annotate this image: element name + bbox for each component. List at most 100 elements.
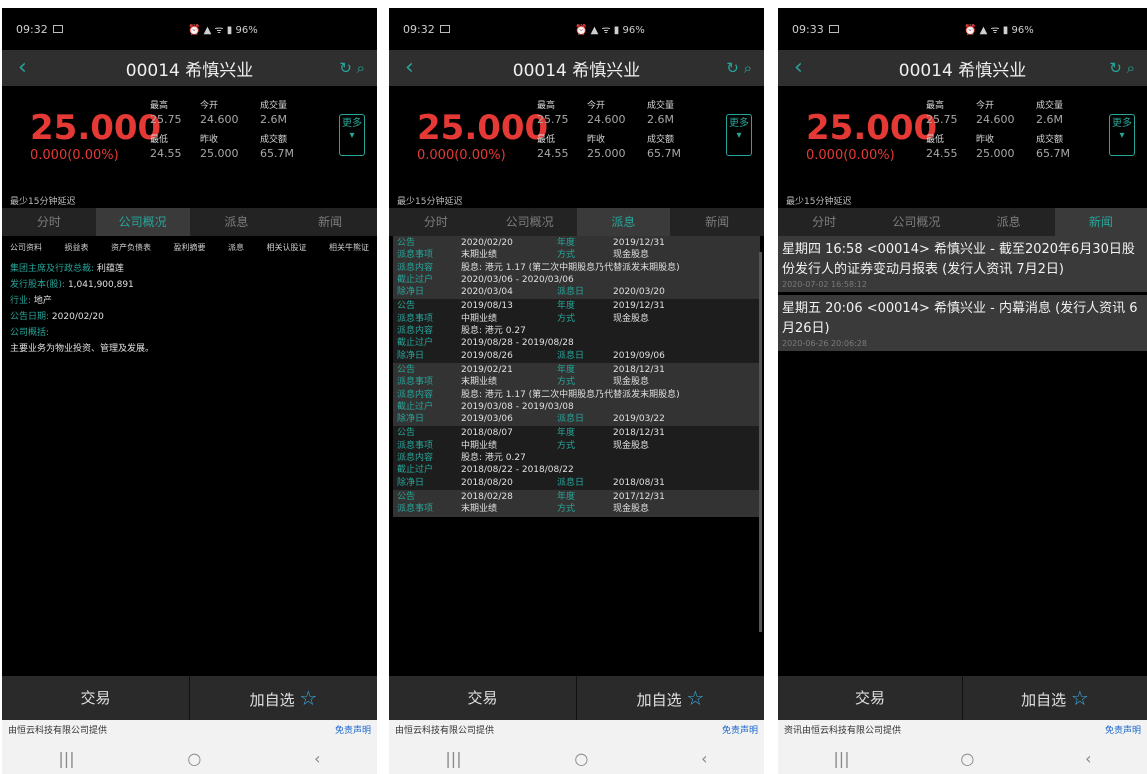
more-button[interactable]: 更多 ▾ — [1109, 114, 1135, 156]
dividend-list: 公告 2020/02/20 年度 2019/12/31 派息事项 末期业绩 方式 现金股息 派息… — [389, 236, 764, 666]
add-watchlist-button[interactable]: 加自选 ☆ — [576, 676, 764, 720]
dividend-record: 公告 2020/02/20 年度 2019/12/31 派息事项 末期业绩 方式 现金股息 派息… — [393, 236, 760, 300]
search-icon[interactable]: ⌕ — [1127, 59, 1135, 77]
subtab-dividends[interactable]: 派息 — [228, 242, 244, 253]
prev-close-label: 昨收 — [587, 135, 606, 145]
subtab-earnings[interactable]: 盈利摘要 — [174, 242, 206, 253]
disclaimer-link[interactable]: 免责声明 — [1105, 720, 1141, 742]
content-label: 派息内容 — [397, 326, 434, 337]
tab-news[interactable]: 新闻 — [670, 208, 764, 236]
tab-dividends[interactable]: 派息 — [190, 208, 284, 236]
back-arrow-icon[interactable]: ‹ — [18, 50, 27, 86]
recent-apps-icon[interactable]: ||| — [833, 749, 849, 768]
tab-dividends[interactable]: 派息 — [963, 208, 1055, 236]
tab-company-overview[interactable]: 公司概况 — [483, 208, 577, 236]
date-label: 公告 — [397, 428, 416, 439]
star-icon: ☆ — [686, 686, 705, 710]
more-button[interactable]: 更多 ▾ — [726, 114, 752, 156]
clock: 09:32 — [403, 22, 435, 36]
back-nav-icon[interactable]: ‹ — [314, 749, 320, 768]
dividend-row: 派息内容 股息: 港元 1.17 (第二次中期股息乃代替派发末期股息) — [393, 262, 760, 274]
announce-date: 2019/08/13 — [461, 301, 513, 312]
subtab-warrants[interactable]: 相关认股证 — [267, 242, 307, 253]
volume-label: 成交量 — [1036, 101, 1064, 111]
pay-date: 2018/08/31 — [613, 477, 665, 488]
disclaimer-link[interactable]: 免责声明 — [722, 720, 758, 742]
disclaimer-link[interactable]: 免责声明 — [335, 720, 371, 742]
tab-company-overview[interactable]: 公司概况 — [95, 208, 190, 236]
subtab-balance-sheet[interactable]: 资产负债表 — [111, 242, 151, 253]
delay-notice: 最少15分钟延迟 — [10, 197, 76, 207]
dividend-record: 公告 2018/02/28 年度 2017/12/31 派息事项 末期业绩 方式 现金股息 — [393, 489, 760, 517]
add-watchlist-button[interactable]: 加自选 ☆ — [962, 676, 1147, 720]
tab-intraday[interactable]: 分时 — [778, 208, 870, 236]
provider-credit: 资讯由恒云科技有限公司提供 — [784, 726, 902, 736]
app-header: ‹ 00014 希慎兴业 ↻ ⌕ — [778, 50, 1147, 86]
home-icon[interactable]: ○ — [574, 749, 588, 768]
news-item[interactable]: 星期五 20:06 <00014> 希慎兴业 - 内幕消息 (发行人资讯 6月2… — [778, 295, 1147, 351]
phone-screen-dividends: 09:32 ⏰ ▲ ᯤ ▮ 96% ‹ 00014 希慎兴业 ↻ ⌕ 25.00… — [389, 8, 764, 774]
trade-button[interactable]: 交易 — [389, 676, 576, 720]
news-item[interactable]: 星期四 16:58 <00014> 希慎兴业 - 截至2020年6月30日股份发… — [778, 236, 1147, 292]
trade-button[interactable]: 交易 — [778, 676, 962, 720]
tab-company-overview[interactable]: 公司概况 — [870, 208, 962, 236]
method: 现金股息 — [613, 440, 650, 451]
tab-dividends[interactable]: 派息 — [576, 208, 671, 236]
scrollbar[interactable] — [759, 252, 762, 632]
ex-date-label: 除净日 — [397, 350, 425, 361]
add-watchlist-button[interactable]: 加自选 ☆ — [189, 676, 377, 720]
dividend-row: 公告 2018/02/28 年度 2017/12/31 — [393, 491, 760, 503]
refresh-icon[interactable]: ↻ — [339, 59, 352, 77]
home-icon[interactable]: ○ — [960, 749, 974, 768]
tab-bar: 分时 公司概况 派息 新闻 — [2, 208, 377, 236]
tab-news[interactable]: 新闻 — [1054, 208, 1147, 236]
refresh-icon[interactable]: ↻ — [726, 59, 739, 77]
tab-intraday[interactable]: 分时 — [2, 208, 96, 236]
dividend-row: 派息事项 末期业绩 方式 现金股息 — [393, 503, 760, 515]
back-arrow-icon[interactable]: ‹ — [794, 50, 803, 86]
back-nav-icon[interactable]: ‹ — [701, 749, 707, 768]
dividend-content: 股息: 港元 1.17 (第二次中期股息乃代替派发末期股息) — [461, 262, 680, 273]
quote-stats: 最高 今开 成交量 25.75 24.600 2.6M 最低 昨收 成交额 24… — [150, 98, 320, 164]
back-arrow-icon[interactable]: ‹ — [405, 50, 414, 86]
tab-intraday[interactable]: 分时 — [389, 208, 483, 236]
tab-news[interactable]: 新闻 — [283, 208, 377, 236]
high-value: 25.75 — [150, 113, 182, 126]
recent-apps-icon[interactable]: ||| — [445, 749, 461, 768]
turnover-value: 65.7M — [260, 147, 294, 160]
prev-close-value: 25.000 — [200, 147, 239, 160]
subtab-income[interactable]: 损益表 — [65, 242, 89, 253]
method-label: 方式 — [557, 313, 576, 324]
event: 末期业绩 — [461, 377, 498, 388]
report-date-label: 公告日期: — [10, 312, 50, 322]
screenshot-collage: 09:32 ⏰ ▲ ᯤ ▮ 96% ‹ 00014 希慎兴业 ↻ ⌕ 25.00… — [0, 0, 1147, 774]
dividend-content: 股息: 港元 0.27 — [461, 453, 526, 464]
home-icon[interactable]: ○ — [187, 749, 201, 768]
system-nav-bar: ||| ○ ‹ — [778, 742, 1147, 774]
method: 现金股息 — [613, 377, 650, 388]
subtab-cbbc[interactable]: 相关牛熊证 — [329, 242, 369, 253]
dividend-row: 截止过户 2018/08/22 - 2018/08/22 — [393, 464, 760, 476]
star-icon: ☆ — [299, 686, 318, 710]
search-icon[interactable]: ⌕ — [357, 59, 365, 77]
year-label: 年度 — [557, 301, 576, 312]
trade-button[interactable]: 交易 — [2, 676, 189, 720]
status-icons: ⏰ ▲ ᯤ ▮ 96% — [964, 25, 1034, 36]
refresh-icon[interactable]: ↻ — [1109, 59, 1122, 77]
dividend-row: 派息事项 中期业绩 方式 现金股息 — [393, 313, 760, 325]
volume-label: 成交量 — [647, 101, 675, 111]
subtab-company-info[interactable]: 公司资料 — [10, 242, 42, 253]
back-nav-icon[interactable]: ‹ — [1085, 749, 1091, 768]
announce-date: 2019/02/21 — [461, 364, 513, 375]
method-label: 方式 — [557, 250, 576, 261]
fiscal-year: 2019/12/31 — [613, 238, 665, 248]
recent-apps-icon[interactable]: ||| — [58, 749, 74, 768]
dividend-row: 截止过户 2019/08/28 - 2019/08/28 — [393, 337, 760, 349]
book-close: 2019/03/08 - 2019/03/08 — [461, 401, 574, 412]
provider-credit: 由恒云科技有限公司提供 — [8, 726, 108, 736]
low-label: 最低 — [150, 135, 169, 145]
method: 现金股息 — [613, 313, 650, 324]
more-button[interactable]: 更多 ▾ — [339, 114, 365, 156]
bottom-action-bar: 交易 加自选 ☆ — [2, 676, 377, 720]
search-icon[interactable]: ⌕ — [744, 59, 752, 77]
